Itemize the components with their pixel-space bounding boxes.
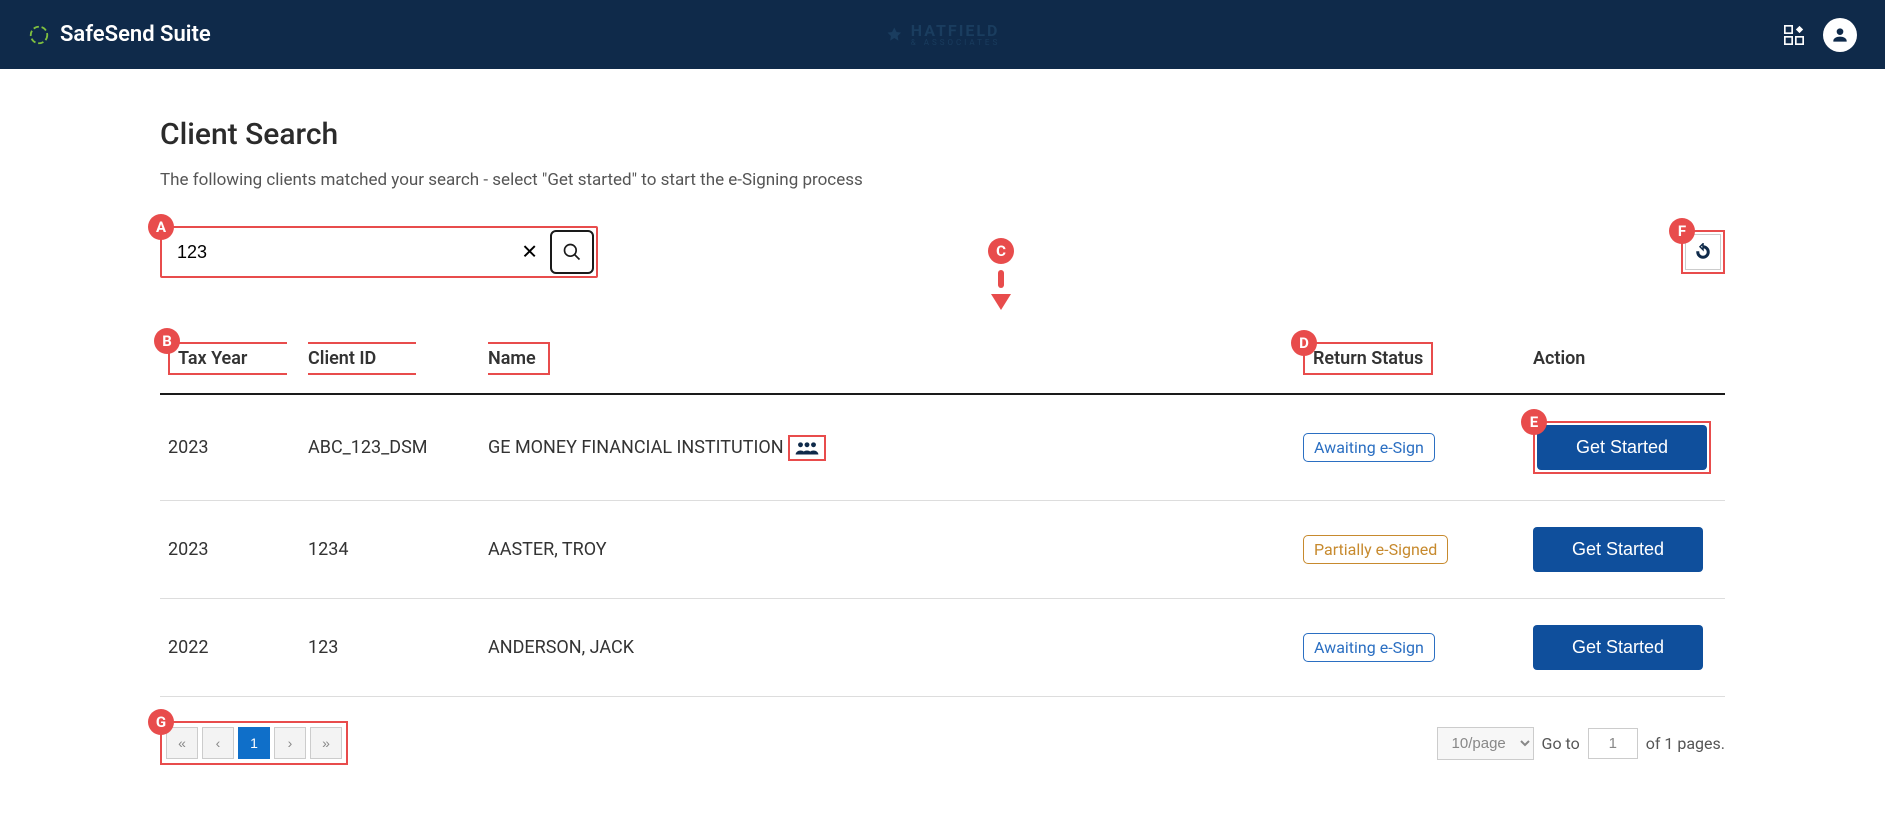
page-subtitle: The following clients matched your searc… — [160, 170, 1725, 190]
table-wrap: C Tax Year B — [160, 328, 1725, 697]
cell-status: Awaiting e-Sign — [1295, 599, 1525, 697]
cell-action: Get Started — [1525, 599, 1725, 697]
annotation-badge-E: E — [1521, 409, 1547, 435]
annotation-badge-D: D — [1291, 330, 1317, 356]
th-action: Action — [1525, 328, 1725, 394]
th-name-label: Name — [488, 348, 536, 369]
goto-input[interactable] — [1588, 728, 1638, 759]
page-size-select[interactable]: 10/page — [1437, 727, 1534, 760]
get-started-button[interactable]: Get Started — [1533, 527, 1703, 572]
search-wrap: A ✕ — [160, 226, 598, 278]
cell-status: Awaiting e-Sign — [1295, 394, 1525, 501]
search-icon — [562, 242, 582, 262]
cell-name: AASTER, TROY — [480, 501, 1295, 599]
cell-clientid: ABC_123_DSM — [300, 394, 480, 501]
avatar[interactable] — [1823, 18, 1857, 52]
annotation-badge-A: A — [148, 214, 174, 240]
annotation-badge-B: B — [154, 328, 180, 354]
group-icon-wrap — [788, 435, 826, 461]
get-started-button[interactable]: Get Started — [1533, 625, 1703, 670]
cell-clientid: 1234 — [300, 501, 480, 599]
logo-icon — [28, 24, 50, 46]
page-prev-button[interactable]: ‹ — [202, 727, 234, 759]
page-last-button[interactable]: » — [310, 727, 342, 759]
page-first-button[interactable]: « — [166, 727, 198, 759]
annotation-badge-G: G — [148, 709, 174, 735]
footer-row: G « ‹ 1 › » 10/page Go to of 1 pages. — [160, 721, 1725, 765]
th-taxyear: Tax Year B — [160, 328, 300, 394]
annotation-badge-C: C — [988, 238, 1014, 264]
apps-icon[interactable] — [1783, 24, 1805, 46]
th-taxyear-label: Tax Year — [178, 348, 247, 369]
cell-taxyear: 2023 — [160, 501, 300, 599]
cell-clientid: 123 — [300, 599, 480, 697]
get-started-button[interactable]: Get Started — [1537, 425, 1707, 470]
logo-group: SafeSend Suite — [28, 22, 211, 47]
search-row: A ✕ F — [160, 226, 1725, 278]
page-title: Client Search — [160, 117, 1725, 152]
th-name: Name — [480, 328, 1295, 394]
page-size-group: 10/page Go to of 1 pages. — [1437, 727, 1725, 760]
cell-name: GE MONEY FINANCIAL INSTITUTION — [480, 394, 1295, 501]
cell-action: Get Started — [1525, 501, 1725, 599]
status-badge: Partially e-Signed — [1303, 535, 1448, 564]
clear-icon[interactable]: ✕ — [521, 240, 538, 265]
brand-sub: & ASSOCIATES — [911, 39, 1000, 47]
center-brand: HATFIELD & ASSOCIATES — [885, 23, 1000, 47]
action-wrap: Get Started — [1533, 625, 1703, 670]
user-icon — [1830, 25, 1850, 45]
brand-name: HATFIELD — [911, 23, 1000, 39]
main-container: Client Search The following clients matc… — [0, 69, 1885, 795]
refresh-icon — [1694, 243, 1712, 261]
pagination: G « ‹ 1 › » — [160, 721, 348, 765]
status-badge: Awaiting e-Sign — [1303, 633, 1435, 662]
table-row: 2022123ANDERSON, JACK Awaiting e-Sign Get … — [160, 599, 1725, 697]
cell-action: EGet Started — [1525, 394, 1725, 501]
status-badge: Awaiting e-Sign — [1303, 433, 1435, 462]
cell-taxyear: 2022 — [160, 599, 300, 697]
search-button[interactable] — [550, 230, 594, 274]
action-wrap: EGet Started — [1533, 421, 1711, 474]
table-row: 20231234AASTER, TROY Partially e-Signed Ge… — [160, 501, 1725, 599]
page-number-button[interactable]: 1 — [238, 727, 270, 759]
action-wrap: Get Started — [1533, 527, 1703, 572]
th-clientid: Client ID — [300, 328, 480, 394]
cell-taxyear: 2023 — [160, 394, 300, 501]
table-row: 2023ABC_123_DSMGE MONEY FINANCIAL INSTIT… — [160, 394, 1725, 501]
search-input[interactable] — [164, 232, 544, 272]
th-status: D Return Status — [1295, 328, 1525, 394]
app-header: SafeSend Suite HATFIELD & ASSOCIATES — [0, 0, 1885, 69]
goto-label: Go to — [1542, 734, 1580, 753]
brand-icon — [885, 26, 903, 44]
header-right — [1783, 18, 1857, 52]
refresh-wrap: F — [1681, 230, 1725, 274]
product-name: SafeSend Suite — [60, 22, 211, 47]
th-status-label: Return Status — [1313, 348, 1423, 369]
group-icon — [794, 439, 820, 457]
cell-name: ANDERSON, JACK — [480, 599, 1295, 697]
results-table: Tax Year B Client ID Name — [160, 328, 1725, 697]
annotation-badge-F: F — [1669, 218, 1695, 244]
page-next-button[interactable]: › — [274, 727, 306, 759]
of-pages-label: of 1 pages. — [1646, 734, 1725, 753]
th-clientid-label: Client ID — [308, 348, 376, 369]
annotation-arrow-C: C — [988, 238, 1014, 310]
cell-status: Partially e-Signed — [1295, 501, 1525, 599]
